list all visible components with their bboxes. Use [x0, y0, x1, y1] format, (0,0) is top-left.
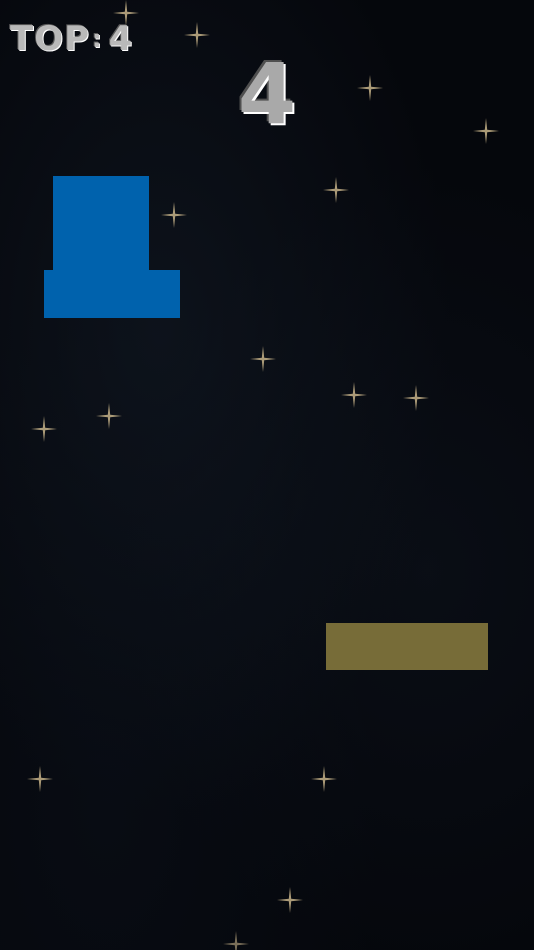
- game-stage[interactable]: TOP: 4 4: [0, 0, 534, 950]
- sparkle-star-icon: [341, 382, 367, 408]
- sparkle-star-icon: [323, 177, 349, 203]
- player-block-top: [53, 176, 149, 272]
- sparkle-star-icon: [31, 416, 57, 442]
- sparkle-star-icon: [250, 346, 276, 372]
- current-score: 4: [237, 45, 297, 143]
- player-block-base: [44, 270, 180, 318]
- sparkle-star-icon: [311, 766, 337, 792]
- moving-platform-block: [326, 623, 488, 670]
- top-score-display: TOP: 4: [10, 22, 133, 56]
- top-score-separator: :: [92, 25, 103, 53]
- sparkle-star-icon: [161, 202, 187, 228]
- sparkle-star-icon: [403, 385, 429, 411]
- sparkle-star-icon: [96, 403, 122, 429]
- sparkle-star-icon: [27, 766, 53, 792]
- sparkle-star-icon: [184, 22, 210, 48]
- sparkle-star-icon: [223, 931, 249, 950]
- sparkle-star-icon: [277, 887, 303, 913]
